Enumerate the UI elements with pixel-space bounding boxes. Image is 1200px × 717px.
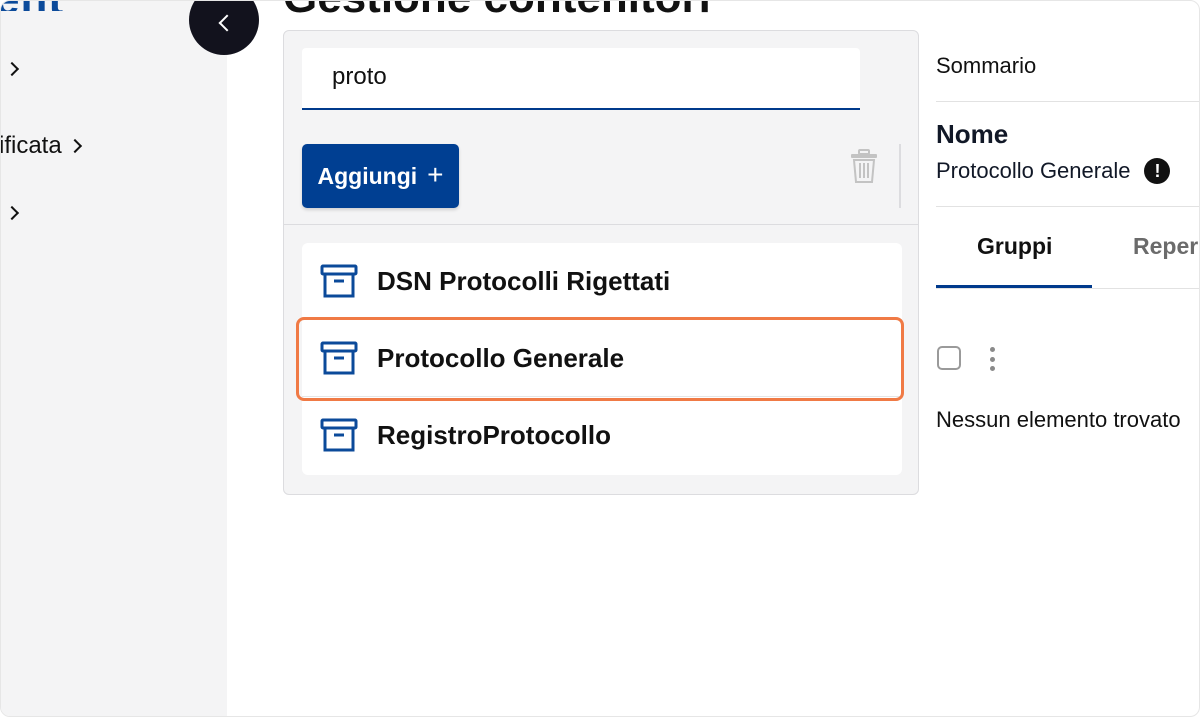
sidebar-item-label: ificata bbox=[0, 132, 62, 159]
chevron-right-icon bbox=[4, 61, 20, 77]
select-all-checkbox[interactable] bbox=[937, 346, 961, 370]
page-title: Gestione contenitori bbox=[283, 1, 711, 23]
chevron-right-icon bbox=[4, 205, 20, 221]
trash-icon[interactable] bbox=[850, 149, 878, 183]
archive-box-icon bbox=[320, 264, 358, 298]
sidebar: ent ificata bbox=[0, 1, 227, 716]
tab-repertori[interactable]: Reper bbox=[1133, 233, 1198, 260]
name-value-text: Protocollo Generale bbox=[936, 158, 1131, 183]
add-button[interactable]: Aggiungi + bbox=[302, 144, 459, 208]
sidebar-item-2[interactable]: ificata bbox=[0, 132, 82, 160]
name-value: Protocollo Generale ! bbox=[936, 158, 1171, 184]
divider bbox=[936, 288, 1199, 289]
more-options-icon[interactable] bbox=[989, 347, 995, 371]
summary-title: Sommario bbox=[936, 53, 1037, 78]
logo: ent bbox=[1, 1, 81, 11]
divider bbox=[936, 101, 1199, 102]
search-input[interactable] bbox=[330, 62, 834, 92]
toolbar-divider bbox=[899, 144, 901, 208]
selection-highlight bbox=[296, 317, 904, 401]
add-button-label: Aggiungi bbox=[317, 162, 418, 189]
exclamation-icon[interactable]: ! bbox=[1144, 158, 1171, 184]
list-item[interactable]: RegistroProtocollo bbox=[302, 397, 902, 473]
divider bbox=[936, 206, 1199, 207]
tab-gruppi[interactable]: Gruppi bbox=[977, 233, 1052, 260]
chevron-left-icon bbox=[218, 14, 236, 32]
panel-divider bbox=[284, 224, 918, 225]
app-window: ent ificata Gestione contenitori Aggiung… bbox=[0, 0, 1200, 717]
list-item-label: RegistroProtocollo bbox=[377, 419, 612, 450]
list-item[interactable]: DSN Protocolli Rigettati bbox=[302, 243, 902, 320]
archive-box-icon bbox=[320, 418, 358, 452]
chevron-right-icon bbox=[67, 138, 82, 154]
search-field[interactable] bbox=[302, 48, 860, 110]
sidebar-item-1[interactable] bbox=[1, 61, 20, 77]
list-item-label: DSN Protocolli Rigettati bbox=[377, 265, 671, 296]
containers-panel: Aggiungi + DSN Protocolli Rigettati bbox=[283, 30, 919, 495]
sidebar-item-3[interactable] bbox=[1, 205, 20, 221]
logo-text: ent bbox=[1, 1, 64, 11]
name-label: Nome bbox=[936, 119, 1009, 149]
empty-state-text: Nessun elemento trovato bbox=[936, 407, 1181, 432]
plus-icon: + bbox=[427, 159, 444, 190]
